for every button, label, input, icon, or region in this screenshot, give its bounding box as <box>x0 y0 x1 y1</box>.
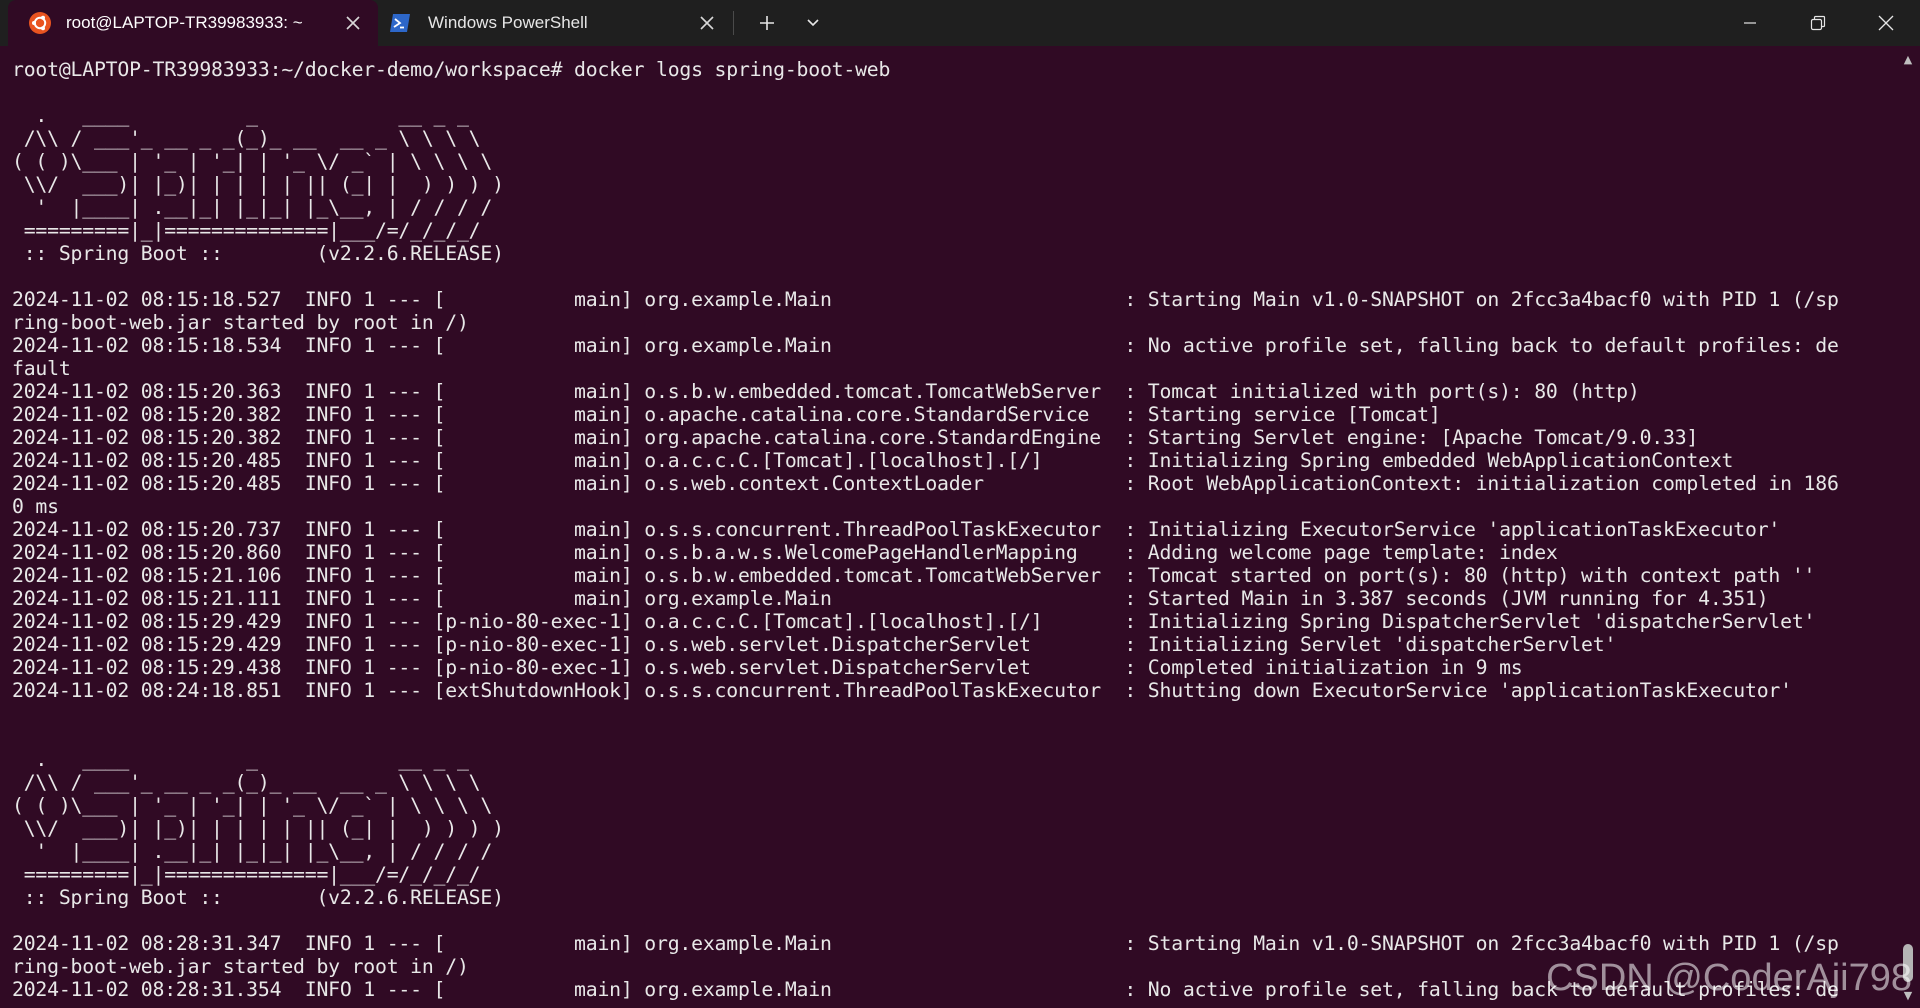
tab-label: root@LAPTOP-TR39983933: ~ <box>66 13 303 32</box>
terminal-line: 2024-11-02 08:15:29.438 INFO 1 --- [p-ni… <box>12 656 1523 679</box>
new-tab-button[interactable] <box>748 6 786 40</box>
terminal-text: root@LAPTOP-TR39983933:~/docker-demo/wor… <box>12 58 1896 1001</box>
tab-label: Windows PowerShell <box>428 13 588 32</box>
minimize-icon <box>1744 22 1756 24</box>
window-controls <box>1716 0 1920 46</box>
terminal-line: 2024-11-02 08:15:20.485 INFO 1 --- [ mai… <box>12 472 1839 495</box>
terminal-line: fault <box>12 357 71 380</box>
tab-powershell[interactable]: Windows PowerShell <box>378 0 728 46</box>
terminal-line: 2024-11-02 08:15:18.527 INFO 1 --- [ mai… <box>12 288 1839 311</box>
ubuntu-icon <box>28 11 52 35</box>
close-window-button[interactable] <box>1852 0 1920 46</box>
terminal-line: 2024-11-02 08:15:20.860 INFO 1 --- [ mai… <box>12 541 1558 564</box>
terminal-line: ( ( )\___ | '_ | '_| | '_ \/ _` | \ \ \ … <box>12 150 493 173</box>
terminal-line: 2024-11-02 08:15:20.737 INFO 1 --- [ mai… <box>12 518 1781 541</box>
scroll-up-arrow-icon[interactable]: ▲ <box>1902 54 1914 66</box>
terminal-line: 0 ms <box>12 495 59 518</box>
terminal-line: . ____ _ __ _ _ <box>12 104 469 127</box>
plus-icon <box>760 16 774 30</box>
terminal-line: ( ( )\___ | '_ | '_| | '_ \/ _` | \ \ \ … <box>12 794 493 817</box>
tab-ubuntu[interactable]: root@LAPTOP-TR39983933: ~ <box>8 0 378 46</box>
terminal-line: ' |____| .__|_| |_|_| |_\__, | / / / / <box>12 840 493 863</box>
terminal-line: 2024-11-02 08:24:18.851 INFO 1 --- [extS… <box>12 679 1792 702</box>
terminal-line: 2024-11-02 08:28:31.347 INFO 1 --- [ mai… <box>12 932 1839 955</box>
powershell-icon <box>388 11 412 35</box>
terminal-line: 2024-11-02 08:15:29.429 INFO 1 --- [p-ni… <box>12 610 1816 633</box>
terminal-line: 2024-11-02 08:15:20.363 INFO 1 --- [ mai… <box>12 380 1640 403</box>
vertical-scrollbar[interactable]: ▲ ▼ <box>1896 46 1920 1008</box>
watermark: CSDN @CoderAji798 <box>1546 957 1912 999</box>
minimize-button[interactable] <box>1716 0 1784 46</box>
terminal-line: :: Spring Boot :: (v2.2.6.RELEASE) <box>12 886 504 909</box>
tab-dropdown-button[interactable] <box>794 6 832 40</box>
terminal-line: 2024-11-02 08:15:20.382 INFO 1 --- [ mai… <box>12 403 1441 426</box>
terminal-line: 2024-11-02 08:15:21.106 INFO 1 --- [ mai… <box>12 564 1816 587</box>
restore-icon <box>1810 15 1826 31</box>
terminal-line: 2024-11-02 08:15:20.485 INFO 1 --- [ mai… <box>12 449 1734 472</box>
title-bar: root@LAPTOP-TR39983933: ~ Windows PowerS… <box>0 0 1920 46</box>
chevron-down-icon <box>807 19 819 27</box>
terminal-line: 2024-11-02 08:15:20.382 INFO 1 --- [ mai… <box>12 426 1699 449</box>
close-tab-icon[interactable] <box>338 8 368 38</box>
terminal-line: /\\ / ___'_ __ _ _(_)_ __ __ _ \ \ \ \ <box>12 771 481 794</box>
terminal-line: . ____ _ __ _ _ <box>12 748 469 771</box>
terminal-line: \\/ ___)| |_)| | | | | || (_| | ) ) ) ) <box>12 173 504 196</box>
terminal-line: 2024-11-02 08:15:29.429 INFO 1 --- [p-ni… <box>12 633 1617 656</box>
close-icon <box>1878 15 1894 31</box>
restore-button[interactable] <box>1784 0 1852 46</box>
terminal-line: /\\ / ___'_ __ _ _(_)_ __ __ _ \ \ \ \ <box>12 127 481 150</box>
terminal-line: \\/ ___)| |_)| | | | | || (_| | ) ) ) ) <box>12 817 504 840</box>
terminal-line: 2024-11-02 08:15:21.111 INFO 1 --- [ mai… <box>12 587 1769 610</box>
tab-divider <box>733 11 734 35</box>
terminal-window: root@LAPTOP-TR39983933: ~ Windows PowerS… <box>0 0 1920 1008</box>
terminal-line: :: Spring Boot :: (v2.2.6.RELEASE) <box>12 242 504 265</box>
terminal-output[interactable]: root@LAPTOP-TR39983933:~/docker-demo/wor… <box>0 46 1896 1008</box>
terminal-line: ring-boot-web.jar started by root in /) <box>12 311 469 334</box>
terminal-line: =========|_|==============|___/=/_/_/_/ <box>12 863 481 886</box>
close-tab-icon[interactable] <box>692 8 722 38</box>
terminal-line: root@LAPTOP-TR39983933:~/docker-demo/wor… <box>12 58 891 81</box>
terminal-line: ' |____| .__|_| |_|_| |_\__, | / / / / <box>12 196 493 219</box>
terminal-line: 2024-11-02 08:15:18.534 INFO 1 --- [ mai… <box>12 334 1839 357</box>
terminal-line: =========|_|==============|___/=/_/_/_/ <box>12 219 481 242</box>
